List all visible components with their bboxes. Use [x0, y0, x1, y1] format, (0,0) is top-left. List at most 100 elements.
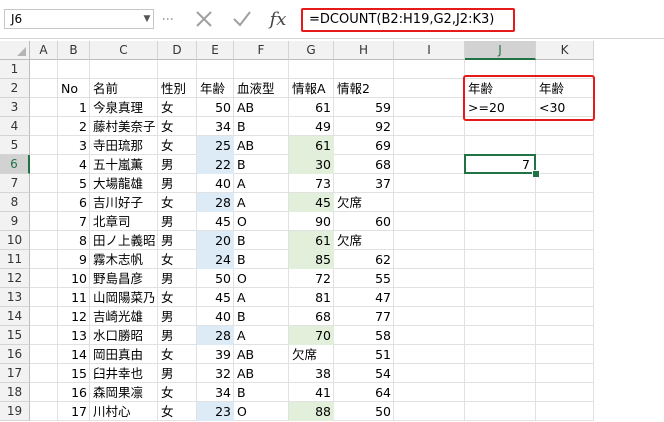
row-header-4[interactable]: 4: [0, 117, 30, 136]
cell-age[interactable]: 50: [197, 269, 234, 288]
cell-info-a[interactable]: 90: [289, 212, 334, 231]
cell-no[interactable]: 13: [58, 326, 90, 345]
cell-blood[interactable]: AB: [234, 364, 289, 383]
cell-info2[interactable]: 92: [334, 117, 394, 136]
column-header-f[interactable]: F: [234, 41, 289, 60]
cell-age[interactable]: 23: [197, 402, 234, 421]
cell-gender[interactable]: 女: [158, 117, 197, 136]
cell-gender[interactable]: 男: [158, 307, 197, 326]
cell-name[interactable]: 田ノ上義昭: [90, 231, 158, 250]
chevron-down-icon[interactable]: ▼: [140, 9, 154, 29]
cell-blood[interactable]: A: [234, 326, 289, 345]
header-cell-info2[interactable]: 情報2: [334, 79, 394, 98]
cell-name[interactable]: 大場龍雄: [90, 174, 158, 193]
enter-button[interactable]: [228, 6, 256, 32]
row-header-8[interactable]: 8: [0, 193, 30, 212]
header-cell-gender[interactable]: 性別: [158, 79, 197, 98]
cell-no[interactable]: 4: [58, 155, 90, 174]
cell-info2[interactable]: 欠席: [334, 193, 394, 212]
cell-blood[interactable]: B: [234, 307, 289, 326]
column-header-i[interactable]: I: [394, 41, 465, 60]
cell-gender[interactable]: 女: [158, 250, 197, 269]
cell-info2[interactable]: 60: [334, 212, 394, 231]
cell-no[interactable]: 2: [58, 117, 90, 136]
cell-info-a[interactable]: 41: [289, 383, 334, 402]
cell-age[interactable]: 28: [197, 193, 234, 212]
header-cell-no[interactable]: No: [58, 79, 90, 98]
cell-info2[interactable]: 59: [334, 98, 394, 117]
column-header-d[interactable]: D: [158, 41, 197, 60]
cell-gender[interactable]: 女: [158, 402, 197, 421]
cell-blood[interactable]: AB: [234, 98, 289, 117]
row-header-16[interactable]: 16: [0, 345, 30, 364]
cell-age[interactable]: 40: [197, 174, 234, 193]
cell-age[interactable]: 50: [197, 98, 234, 117]
cell-blood[interactable]: B: [234, 250, 289, 269]
name-box[interactable]: J6: [4, 9, 154, 29]
cell-info-a[interactable]: 欠席: [289, 345, 334, 364]
cell-age[interactable]: 39: [197, 345, 234, 364]
cell-info-a[interactable]: 88: [289, 402, 334, 421]
row-header-6[interactable]: 6: [0, 155, 30, 174]
cell-info2[interactable]: 51: [334, 345, 394, 364]
column-header-j[interactable]: J: [465, 41, 536, 60]
cell-blood[interactable]: B: [234, 155, 289, 174]
cell-no[interactable]: 15: [58, 364, 90, 383]
cell-age[interactable]: 34: [197, 383, 234, 402]
cell-info2[interactable]: 37: [334, 174, 394, 193]
fill-handle[interactable]: [532, 170, 540, 178]
cell-name[interactable]: 山岡陽菜乃: [90, 288, 158, 307]
cell-no[interactable]: 11: [58, 288, 90, 307]
cell-gender[interactable]: 男: [158, 269, 197, 288]
header-cell-blood[interactable]: 血液型: [234, 79, 289, 98]
cell-gender[interactable]: 男: [158, 212, 197, 231]
cell-info-a[interactable]: 30: [289, 155, 334, 174]
cell-info-a[interactable]: 73: [289, 174, 334, 193]
cell-gender[interactable]: 女: [158, 345, 197, 364]
row-header-18[interactable]: 18: [0, 383, 30, 402]
cell-no[interactable]: 8: [58, 231, 90, 250]
cell-info2[interactable]: 58: [334, 326, 394, 345]
cell-name[interactable]: 藤村美奈子: [90, 117, 158, 136]
column-header-g[interactable]: G: [289, 41, 334, 60]
cell-blood[interactable]: A: [234, 174, 289, 193]
cell-no[interactable]: 6: [58, 193, 90, 212]
cell-age[interactable]: 24: [197, 250, 234, 269]
cell-info2[interactable]: 55: [334, 269, 394, 288]
row-header-12[interactable]: 12: [0, 269, 30, 288]
cell-info2[interactable]: 47: [334, 288, 394, 307]
column-header-a[interactable]: A: [30, 41, 58, 60]
row-header-17[interactable]: 17: [0, 364, 30, 383]
header-cell-name[interactable]: 名前: [90, 79, 158, 98]
select-all-corner[interactable]: [0, 41, 30, 60]
header-cell-info-a[interactable]: 情報A: [289, 79, 334, 98]
cell-name[interactable]: 今泉真理: [90, 98, 158, 117]
cell-gender[interactable]: 男: [158, 155, 197, 174]
insert-function-button[interactable]: fx: [264, 6, 292, 32]
cell-info-a[interactable]: 68: [289, 307, 334, 326]
cell-info-a[interactable]: 81: [289, 288, 334, 307]
cell-gender[interactable]: 女: [158, 136, 197, 155]
cell-no[interactable]: 16: [58, 383, 90, 402]
row-header-15[interactable]: 15: [0, 326, 30, 345]
cell-no[interactable]: 14: [58, 345, 90, 364]
cell-age[interactable]: 32: [197, 364, 234, 383]
cell-age[interactable]: 20: [197, 231, 234, 250]
cell-no[interactable]: 1: [58, 98, 90, 117]
cell-info-a[interactable]: 72: [289, 269, 334, 288]
cell-age[interactable]: 28: [197, 326, 234, 345]
cell-blood[interactable]: O: [234, 212, 289, 231]
cell-blood[interactable]: AB: [234, 136, 289, 155]
row-header-5[interactable]: 5: [0, 136, 30, 155]
cell-info2[interactable]: 77: [334, 307, 394, 326]
cell-info-a[interactable]: 70: [289, 326, 334, 345]
cell-no[interactable]: 12: [58, 307, 90, 326]
more-options-icon[interactable]: ⋮: [161, 9, 178, 29]
cell-info2[interactable]: 62: [334, 250, 394, 269]
cell-no[interactable]: 9: [58, 250, 90, 269]
cell-blood[interactable]: O: [234, 269, 289, 288]
cell-gender[interactable]: 男: [158, 231, 197, 250]
cell-gender[interactable]: 男: [158, 326, 197, 345]
cell-blood[interactable]: B: [234, 117, 289, 136]
row-header-11[interactable]: 11: [0, 250, 30, 269]
